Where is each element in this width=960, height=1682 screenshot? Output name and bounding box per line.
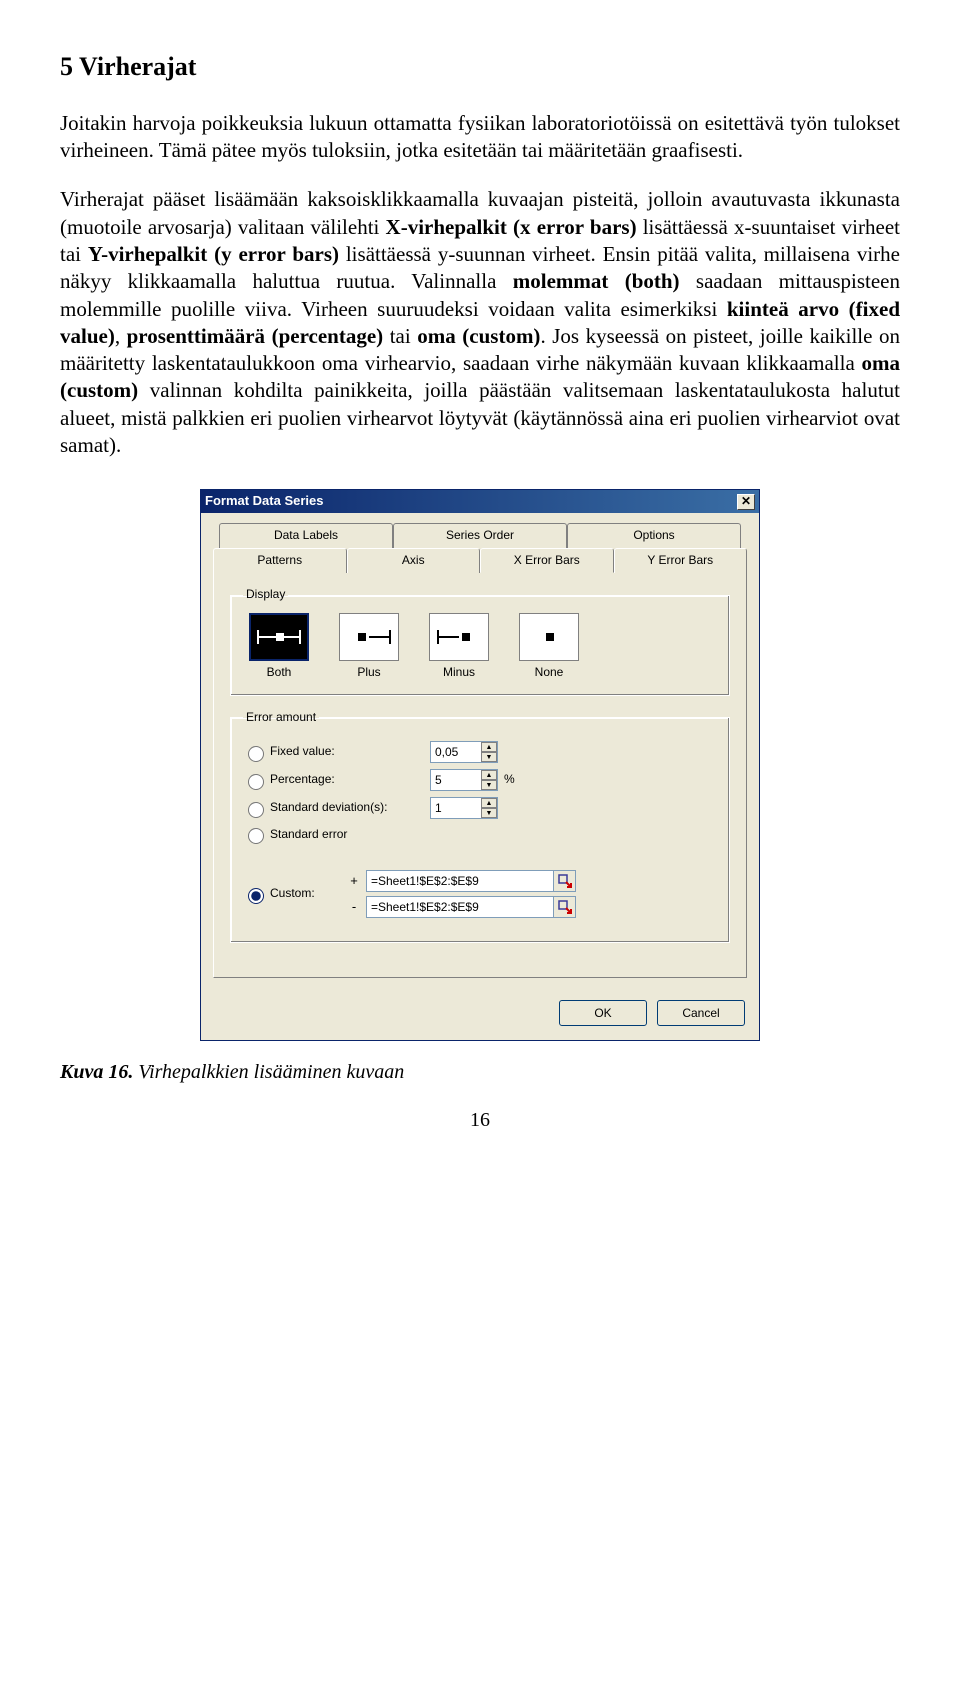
collapse-dialog-icon xyxy=(558,874,572,888)
errorbar-plus-icon xyxy=(344,626,394,648)
percentage-input[interactable] xyxy=(431,770,481,790)
display-option-minus[interactable]: Minus xyxy=(423,613,495,681)
ok-button[interactable]: OK xyxy=(559,1000,647,1026)
stddev-radio[interactable] xyxy=(248,802,264,818)
display-option-none[interactable]: None xyxy=(513,613,585,681)
display-option-plus[interactable]: Plus xyxy=(333,613,405,681)
spinner-down-button[interactable]: ▼ xyxy=(481,752,497,762)
tab-x-error-bars[interactable]: X Error Bars xyxy=(480,548,614,574)
fixed-value-label: Fixed value: xyxy=(270,744,430,760)
tab-series-order[interactable]: Series Order xyxy=(393,523,567,548)
tab-y-error-bars[interactable]: Y Error Bars xyxy=(614,548,748,574)
display-legend: Display xyxy=(243,587,288,603)
spinner-down-button[interactable]: ▼ xyxy=(481,808,497,818)
stddev-label: Standard deviation(s): xyxy=(270,800,430,816)
custom-label: Custom: xyxy=(270,886,342,902)
intro-paragraph: Joitakin harvoja poikkeuksia lukuun otta… xyxy=(60,110,900,165)
page-number: 16 xyxy=(60,1107,900,1133)
dialog-titlebar: Format Data Series ✕ xyxy=(201,490,759,513)
display-label: Plus xyxy=(333,665,405,681)
tab-patterns[interactable]: Patterns xyxy=(213,548,347,574)
custom-plus-input[interactable] xyxy=(367,871,553,891)
error-amount-group: Error amount Fixed value: ▲ ▼ xyxy=(230,710,730,944)
section-heading: 5 Virherajat xyxy=(60,50,900,84)
close-button[interactable]: ✕ xyxy=(737,494,755,510)
range-picker-button[interactable] xyxy=(553,871,575,891)
stddev-input[interactable] xyxy=(431,798,481,818)
percentage-label: Percentage: xyxy=(270,772,430,788)
custom-minus-sign: - xyxy=(342,899,366,916)
tab-axis[interactable]: Axis xyxy=(347,548,481,574)
display-label: Minus xyxy=(423,665,495,681)
custom-plus-sign: + xyxy=(342,873,366,890)
tab-options[interactable]: Options xyxy=(567,523,741,548)
errorbar-none-icon xyxy=(524,626,574,648)
spinner-up-button[interactable]: ▲ xyxy=(481,798,497,808)
custom-minus-input[interactable] xyxy=(367,897,553,917)
dialog-title: Format Data Series xyxy=(205,493,324,510)
spinner-up-button[interactable]: ▲ xyxy=(481,742,497,752)
custom-radio[interactable] xyxy=(248,888,264,904)
error-amount-legend: Error amount xyxy=(243,710,319,726)
display-group: Display Both xyxy=(230,587,730,695)
display-label: Both xyxy=(243,665,315,681)
tab-data-labels[interactable]: Data Labels xyxy=(219,523,393,548)
errorbar-both-icon xyxy=(254,626,304,648)
spinner-down-button[interactable]: ▼ xyxy=(481,780,497,790)
tab-panel: Display Both xyxy=(213,572,747,978)
range-picker-button[interactable] xyxy=(553,897,575,917)
close-icon: ✕ xyxy=(741,494,751,510)
display-option-both[interactable]: Both xyxy=(243,613,315,681)
spinner-up-button[interactable]: ▲ xyxy=(481,770,497,780)
stderr-radio[interactable] xyxy=(248,828,264,844)
errorbar-minus-icon xyxy=(434,626,484,648)
stderr-label: Standard error xyxy=(270,827,430,843)
fixed-value-input[interactable] xyxy=(431,742,481,762)
format-data-series-dialog: Format Data Series ✕ Data Labels Series … xyxy=(200,489,760,1041)
figure-caption: Kuva 16. Virhepalkkien lisääminen kuvaan xyxy=(60,1059,900,1085)
percentage-radio[interactable] xyxy=(248,774,264,790)
display-label: None xyxy=(513,665,585,681)
fixed-value-radio[interactable] xyxy=(248,746,264,762)
percent-unit: % xyxy=(504,772,515,788)
collapse-dialog-icon xyxy=(558,900,572,914)
cancel-button[interactable]: Cancel xyxy=(657,1000,745,1026)
body-paragraph: Virherajat pääset lisäämään kaksoisklikk… xyxy=(60,186,900,459)
